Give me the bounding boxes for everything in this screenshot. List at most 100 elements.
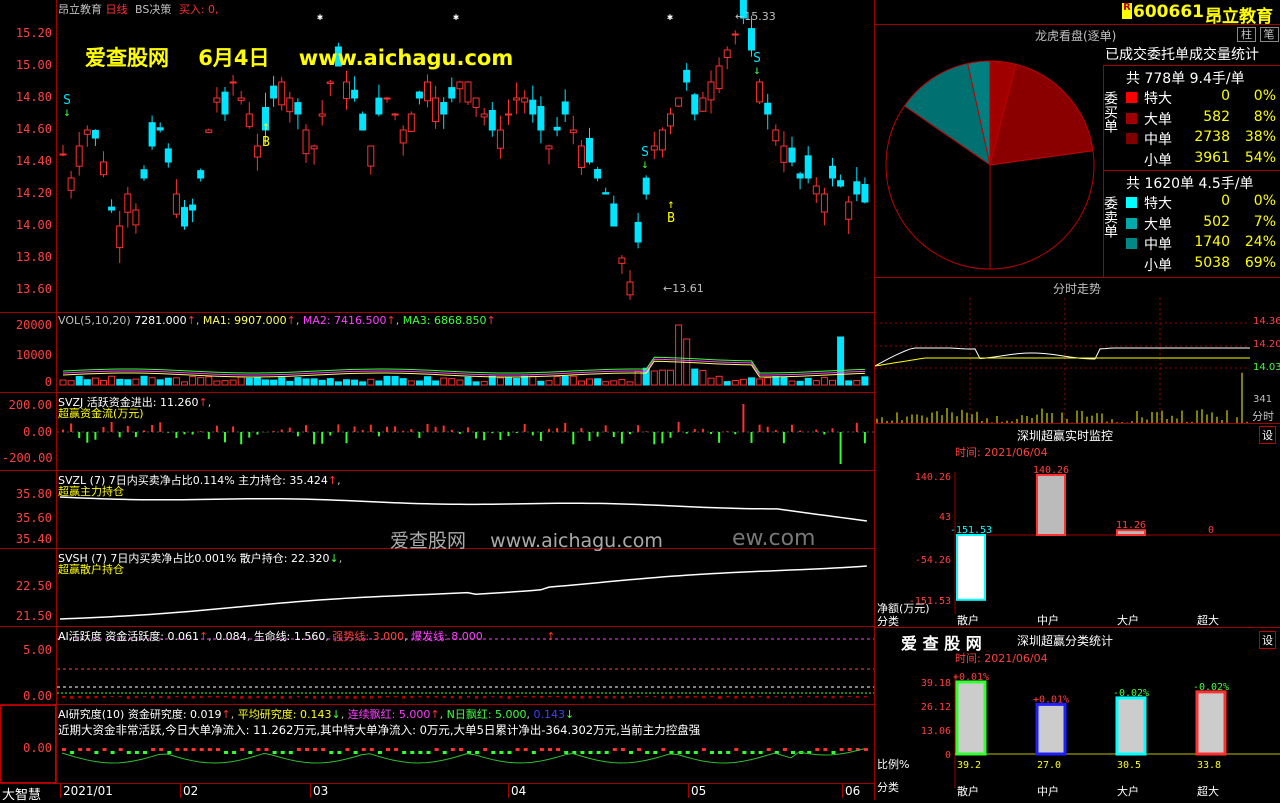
app-corner-label: 大智慧 xyxy=(2,784,41,803)
pie-slice xyxy=(990,151,1094,269)
rating-badge: R xyxy=(1122,3,1132,19)
volume-bar xyxy=(757,379,763,385)
volume-bar xyxy=(530,376,536,385)
research-bar xyxy=(840,748,844,751)
ai-research-panel[interactable]: AI研究度(10) 资金研究度: 0.019↑, 平均研究度: 0.143↓, … xyxy=(0,705,874,783)
volume-bar xyxy=(165,378,171,385)
order-row: 大单5828% xyxy=(1104,109,1280,130)
research-bar xyxy=(70,751,74,754)
activity-bar xyxy=(386,696,389,697)
volume-bar xyxy=(732,380,738,385)
activity-bar xyxy=(475,696,478,699)
flow-bar xyxy=(224,432,226,442)
air-line2: 近期大资金非常活跃,今日大单净流入: 11.262万元,其中特大单净流入: 0万… xyxy=(58,722,700,738)
order-pie-chart[interactable] xyxy=(875,25,1105,277)
stats-pct: -0.02% xyxy=(1193,682,1229,693)
price-ytick: 15.00 xyxy=(2,58,52,72)
activity-bar xyxy=(354,696,357,699)
candle-body xyxy=(352,90,358,98)
volume-bar xyxy=(384,376,390,385)
svsh-panel[interactable]: SVSH (7) 7日内买卖净占比0.001% 散户持仓: 22.320↓, 超… xyxy=(0,549,874,627)
research-bar xyxy=(589,751,593,754)
research-bar xyxy=(832,751,836,754)
research-bar xyxy=(751,751,755,754)
order-row: 特大00% xyxy=(1104,193,1280,214)
svzj-panel[interactable]: SVZJ 活跃资金进出: 11.260↑, 超赢资金流(万元) 200.00 0… xyxy=(0,393,874,471)
flow-bar xyxy=(135,432,137,437)
activity-bar xyxy=(175,696,178,697)
fenshi-volume: 341 xyxy=(1253,394,1272,405)
candle-body xyxy=(659,130,665,150)
flow-bar xyxy=(151,425,153,432)
monitor-bar xyxy=(957,535,985,600)
ai-strong-line: 强势线: 3.000 xyxy=(332,630,404,643)
flow-bar xyxy=(483,432,485,440)
candle-body xyxy=(433,98,439,122)
fenshi-panel[interactable]: 分时走势 14.36 14.20 14.03 341 分时 xyxy=(874,278,1280,424)
monitor-panel[interactable]: 深圳超赢实时监控 设 时间: 2021/06/04 140.2643-54.26… xyxy=(874,424,1280,628)
candle-body xyxy=(76,146,82,166)
lhkp-panel[interactable]: 龙虎看盘(逐单) 柱 笔 已成交委托单成交量统计 委买单 共 778单 9.4手… xyxy=(874,25,1280,278)
stats-bar xyxy=(1037,704,1065,754)
order-count: 0 xyxy=(1221,193,1230,209)
research-line xyxy=(62,749,864,763)
candle-body xyxy=(765,103,771,114)
research-bar xyxy=(791,751,795,754)
order-kind: 小单 xyxy=(1144,150,1172,170)
tab-tick[interactable]: 笔 xyxy=(1260,27,1279,42)
volume-panel[interactable]: VOL(5,10,20) 7281.000↑, MA1: 9907.000↑, … xyxy=(0,313,874,393)
flow-bar xyxy=(694,429,696,432)
volume-bar xyxy=(230,380,236,385)
volume-bar xyxy=(724,382,730,385)
stats-panel[interactable]: 爱 查 股 网 深圳超赢分类统计 设 时间: 2021/06/04 39.182… xyxy=(874,628,1280,800)
volume-bar xyxy=(263,380,269,385)
svzl-panel[interactable]: SVZL (7) 7日内买卖净占比0.114% 主力持仓: 35.424↑, 超… xyxy=(0,471,874,549)
ai-activity-panel[interactable]: AI活跃度 资金活跃度: 0.061↑, 0.084, 生命线: 1.560, … xyxy=(0,627,874,705)
candle-body xyxy=(327,82,333,83)
retail-line xyxy=(60,566,867,619)
activity-bar xyxy=(313,696,316,699)
stats-value: 39.2 xyxy=(957,760,981,771)
order-pct: 69% xyxy=(1245,255,1276,271)
activity-bar xyxy=(265,696,268,699)
activity-bar xyxy=(402,696,405,699)
order-kind: 大单 xyxy=(1144,109,1172,129)
volume-bar xyxy=(546,381,552,385)
research-bar xyxy=(783,748,787,751)
stock-header: R 600661 昂立教育 xyxy=(874,0,1280,25)
order-pct: 8% xyxy=(1254,109,1276,125)
monitor-category: 大户 xyxy=(1117,613,1139,627)
candle-body xyxy=(287,98,293,112)
activity-bar xyxy=(580,696,583,699)
activity-bar xyxy=(321,696,324,698)
intraday-chart[interactable] xyxy=(875,278,1280,423)
stock-name: 昂立教育 xyxy=(1205,2,1273,27)
volume-bar xyxy=(311,379,317,385)
activity-bar xyxy=(645,696,648,697)
candle-body xyxy=(595,170,601,178)
flow-bar xyxy=(799,431,801,432)
candle-body xyxy=(425,82,431,101)
activity-bar xyxy=(435,696,438,698)
tab-bar-chart[interactable]: 柱 xyxy=(1237,27,1256,42)
kline-panel[interactable]: ✱✱✱SBSBS↓↓↓↑↑ 昂立教育 日线 BS决策 买入: 0, 爱查股网 6… xyxy=(0,0,874,313)
activity-bar xyxy=(605,696,608,698)
stats-ytick: 13.06 xyxy=(921,726,951,737)
period-label[interactable]: 日线 xyxy=(106,3,128,16)
activity-bar xyxy=(491,696,494,697)
monitor-bar-chart[interactable]: 140.2643-54.26-151.53-151.53散户140.26中户11… xyxy=(875,424,1280,627)
flow-bar xyxy=(597,432,599,437)
research-bar xyxy=(329,751,333,754)
research-bar xyxy=(86,748,90,751)
activity-bar xyxy=(823,696,826,698)
candle-body xyxy=(846,202,852,219)
research-bar xyxy=(678,751,682,754)
volume-bar xyxy=(765,378,771,385)
stats-bar-chart[interactable]: 39.1826.1213.060+0.01%39.2散户+0.01%27.0中户… xyxy=(875,628,1280,800)
research-bar xyxy=(418,751,422,754)
activity-bar xyxy=(629,696,632,698)
flow-bar xyxy=(491,432,493,433)
svzj-ytick: 200.00 xyxy=(2,398,52,412)
research-bar xyxy=(159,748,163,751)
activity-bar xyxy=(613,696,616,698)
